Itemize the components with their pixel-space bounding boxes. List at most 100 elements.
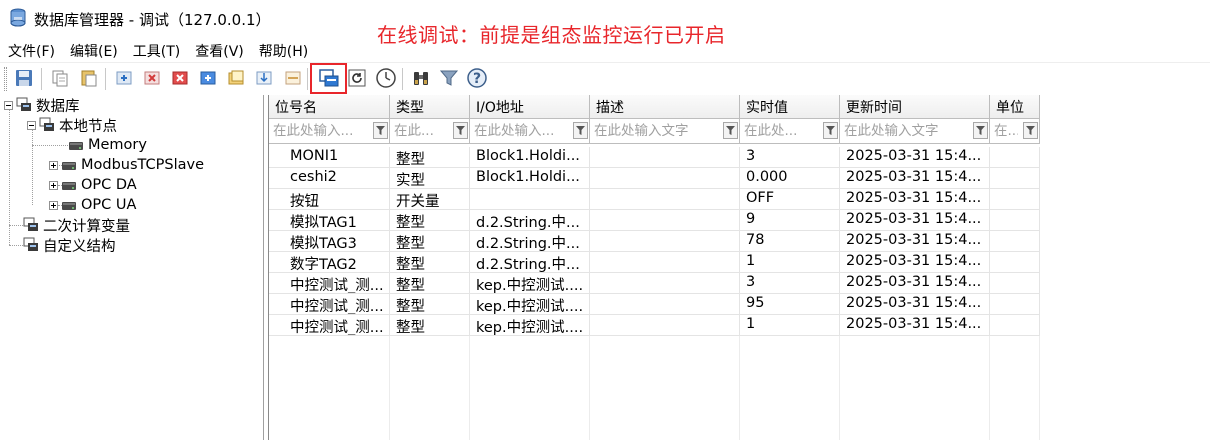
table-row[interactable]: 中控测试_测... 整型 kep.中控测试.... 95 2025-03-31 …: [269, 294, 1210, 315]
cell-unit[interactable]: [990, 189, 1040, 210]
cell-realtime-value[interactable]: 1: [740, 315, 840, 336]
cell-tag-name[interactable]: ceshi2: [269, 168, 390, 189]
export-icon[interactable]: [282, 67, 304, 89]
filter-icon[interactable]: [438, 67, 460, 89]
cell-type[interactable]: 整型: [390, 273, 470, 294]
table-row[interactable]: 数字TAG2 整型 d.2.String.中... 1 2025-03-31 1…: [269, 252, 1210, 273]
column-header-type[interactable]: 类型: [390, 95, 470, 119]
tree-node-root[interactable]: 数据库: [4, 95, 80, 115]
filter-input-update-time[interactable]: [841, 120, 971, 141]
tree-node-memory[interactable]: Memory: [68, 135, 147, 155]
cell-update-time[interactable]: 2025-03-31 15:4...: [840, 294, 990, 315]
filter-funnel-icon[interactable]: [723, 122, 738, 139]
cell-description[interactable]: [590, 231, 740, 252]
cell-update-time[interactable]: 2025-03-31 15:4...: [840, 273, 990, 294]
cell-update-time[interactable]: 2025-03-31 15:4...: [840, 210, 990, 231]
filter-funnel-icon[interactable]: [573, 122, 588, 139]
menu-view[interactable]: 查看(V): [187, 39, 251, 61]
collapse-toggle-icon[interactable]: [4, 100, 13, 110]
table-row[interactable]: 中控测试_测... 整型 kep.中控测试.... 1 2025-03-31 1…: [269, 315, 1210, 336]
history-clock-icon[interactable]: [375, 67, 397, 89]
cell-update-time[interactable]: 2025-03-31 15:4...: [840, 147, 990, 168]
cell-realtime-value[interactable]: 0.000: [740, 168, 840, 189]
cell-io-address[interactable]: kep.中控测试....: [470, 294, 590, 315]
cell-update-time[interactable]: 2025-03-31 15:4...: [840, 315, 990, 336]
table-row[interactable]: 模拟TAG1 整型 d.2.String.中... 9 2025-03-31 1…: [269, 210, 1210, 231]
cell-realtime-value[interactable]: 1: [740, 252, 840, 273]
cell-tag-name[interactable]: 中控测试_测...: [269, 294, 390, 315]
tree-node-opcua[interactable]: OPC UA: [49, 195, 136, 215]
collapse-toggle-icon[interactable]: [27, 120, 36, 130]
cell-tag-name[interactable]: 数字TAG2: [269, 252, 390, 273]
filter-funnel-icon[interactable]: [1023, 122, 1038, 139]
binoculars-icon[interactable]: [410, 67, 432, 89]
filter-funnel-icon[interactable]: [453, 122, 468, 139]
column-header-unit[interactable]: 单位: [990, 95, 1040, 119]
cell-type[interactable]: 整型: [390, 315, 470, 336]
cell-realtime-value[interactable]: 95: [740, 294, 840, 315]
cell-tag-name[interactable]: 模拟TAG3: [269, 231, 390, 252]
cell-tag-name[interactable]: 中控测试_测...: [269, 273, 390, 294]
cell-unit[interactable]: [990, 210, 1040, 231]
cell-type[interactable]: 整型: [390, 147, 470, 168]
tree-node-custom-struct[interactable]: 自定义结构: [23, 235, 116, 255]
column-header-tag-name[interactable]: 位号名: [269, 95, 390, 119]
cell-type[interactable]: 整型: [390, 231, 470, 252]
cell-type[interactable]: 实型: [390, 168, 470, 189]
cell-description[interactable]: [590, 189, 740, 210]
menu-file[interactable]: 文件(F): [0, 39, 62, 61]
filter-input-realtime-value[interactable]: [741, 120, 821, 141]
cell-realtime-value[interactable]: 9: [740, 210, 840, 231]
filter-funnel-icon[interactable]: [973, 122, 988, 139]
expand-toggle-icon[interactable]: [49, 180, 58, 190]
cell-unit[interactable]: [990, 273, 1040, 294]
toolbar-grip[interactable]: [4, 67, 7, 91]
cell-io-address[interactable]: [470, 189, 590, 210]
tree-node-modbus[interactable]: ModbusTCPSlave: [49, 155, 204, 175]
cell-description[interactable]: [590, 315, 740, 336]
cell-io-address[interactable]: d.2.String.中...: [470, 252, 590, 273]
filter-input-type[interactable]: [391, 120, 451, 141]
folder-icon[interactable]: [225, 67, 247, 89]
refresh-icon[interactable]: [346, 67, 368, 89]
tree-node-calc-vars[interactable]: 二次计算变量: [23, 215, 130, 235]
filter-input-tag-name[interactable]: [270, 120, 371, 141]
cell-realtime-value[interactable]: 78: [740, 231, 840, 252]
filter-funnel-icon[interactable]: [823, 122, 838, 139]
table-row[interactable]: 按钮 开关量 OFF 2025-03-31 15:4...: [269, 189, 1210, 210]
cell-tag-name[interactable]: 模拟TAG1: [269, 210, 390, 231]
cell-description[interactable]: [590, 168, 740, 189]
cell-io-address[interactable]: d.2.String.中...: [470, 210, 590, 231]
cell-type[interactable]: 开关量: [390, 189, 470, 210]
cell-type[interactable]: 整型: [390, 252, 470, 273]
cell-description[interactable]: [590, 147, 740, 168]
cell-unit[interactable]: [990, 315, 1040, 336]
menu-tools[interactable]: 工具(T): [125, 39, 187, 61]
delete-red-icon[interactable]: [169, 67, 191, 89]
filter-input-io-address[interactable]: [471, 120, 571, 141]
tree-node-local[interactable]: 本地节点: [27, 115, 117, 135]
menu-help[interactable]: 帮助(H): [251, 39, 315, 61]
help-icon[interactable]: ?: [466, 67, 488, 89]
filter-input-description[interactable]: [591, 120, 721, 141]
copy-icon[interactable]: [49, 67, 71, 89]
cell-tag-name[interactable]: 按钮: [269, 189, 390, 210]
table-row[interactable]: ceshi2 实型 Block1.Holdi... 0.000 2025-03-…: [269, 168, 1210, 189]
cell-io-address[interactable]: kep.中控测试....: [470, 273, 590, 294]
column-header-realtime-value[interactable]: 实时值: [740, 95, 840, 119]
delete-icon[interactable]: [141, 67, 163, 89]
cell-io-address[interactable]: Block1.Holdi...: [470, 147, 590, 168]
add-node-icon[interactable]: [113, 67, 135, 89]
filter-funnel-icon[interactable]: [373, 122, 388, 139]
save-icon[interactable]: [13, 67, 35, 89]
cell-unit[interactable]: [990, 147, 1040, 168]
table-row[interactable]: MONI1 整型 Block1.Holdi... 3 2025-03-31 15…: [269, 147, 1210, 168]
cell-update-time[interactable]: 2025-03-31 15:4...: [840, 168, 990, 189]
cell-io-address[interactable]: kep.中控测试....: [470, 315, 590, 336]
expand-toggle-icon[interactable]: [49, 160, 58, 170]
cell-description[interactable]: [590, 294, 740, 315]
cell-unit[interactable]: [990, 294, 1040, 315]
cell-realtime-value[interactable]: OFF: [740, 189, 840, 210]
add-blue-icon[interactable]: [197, 67, 219, 89]
filter-input-unit[interactable]: [991, 120, 1021, 141]
